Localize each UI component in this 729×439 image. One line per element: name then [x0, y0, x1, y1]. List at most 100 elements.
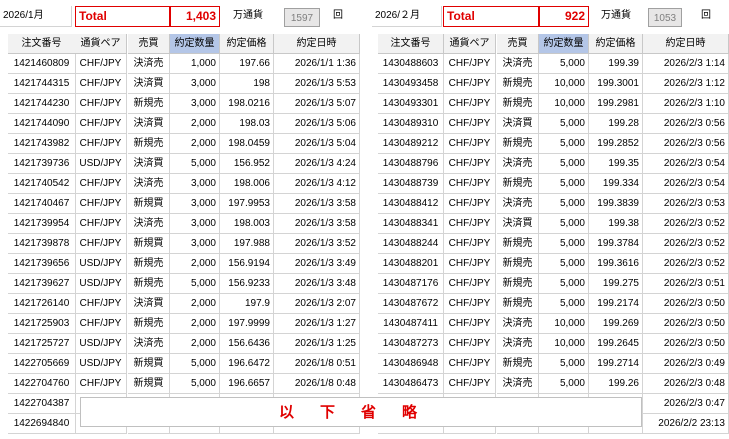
left-row-4-col-4[interactable]: 198.0459 — [220, 134, 274, 154]
right-row-14-col-5[interactable]: 2026/2/3 0:50 — [643, 334, 729, 354]
left-row-13-col-0[interactable]: 1421725903 — [8, 314, 76, 334]
right-row-0-col-4[interactable]: 199.39 — [589, 54, 643, 74]
left-row-1-col-1[interactable]: CHF/JPY — [75, 74, 127, 94]
left-row-5-col-3[interactable]: 5,000 — [170, 154, 220, 174]
right-row-8-col-3[interactable]: 5,000 — [539, 214, 589, 234]
left-row-3-col-3[interactable]: 2,000 — [170, 114, 220, 134]
left-row-18-col-0[interactable]: 1422694840 — [8, 414, 76, 434]
right-row-11-col-0[interactable]: 1430487176 — [378, 274, 444, 294]
left-row-12-col-2[interactable]: 決済買 — [128, 294, 170, 314]
right-row-11-col-1[interactable]: CHF/JPY — [444, 274, 496, 294]
left-row-11-col-1[interactable]: USD/JPY — [75, 274, 127, 294]
left-row-5-col-0[interactable]: 1421739736 — [8, 154, 76, 174]
right-row-1-col-5[interactable]: 2026/2/3 1:12 — [643, 74, 729, 94]
right-row-5-col-4[interactable]: 199.35 — [589, 154, 643, 174]
left-row-2-col-1[interactable]: CHF/JPY — [75, 94, 127, 114]
right-row-13-col-1[interactable]: CHF/JPY — [444, 314, 496, 334]
left-row-16-col-3[interactable]: 5,000 — [170, 374, 220, 394]
left-row-1-col-4[interactable]: 198 — [220, 74, 274, 94]
right-row-1-col-1[interactable]: CHF/JPY — [444, 74, 496, 94]
right-row-9-col-1[interactable]: CHF/JPY — [444, 234, 496, 254]
right-header-2[interactable]: 売買 — [497, 34, 539, 54]
right-row-16-col-3[interactable]: 5,000 — [539, 374, 589, 394]
right-row-6-col-1[interactable]: CHF/JPY — [444, 174, 496, 194]
right-row-10-col-3[interactable]: 5,000 — [539, 254, 589, 274]
left-row-0-col-1[interactable]: CHF/JPY — [75, 54, 127, 74]
left-row-3-col-0[interactable]: 1421744090 — [8, 114, 76, 134]
left-row-14-col-5[interactable]: 2026/1/3 1:25 — [274, 334, 360, 354]
left-row-13-col-1[interactable]: CHF/JPY — [75, 314, 127, 334]
left-row-0-col-4[interactable]: 197.66 — [220, 54, 274, 74]
right-row-1-col-2[interactable]: 新規売 — [497, 74, 539, 94]
left-row-2-col-4[interactable]: 198.0216 — [220, 94, 274, 114]
left-row-15-col-4[interactable]: 196.6472 — [220, 354, 274, 374]
left-row-6-col-1[interactable]: CHF/JPY — [75, 174, 127, 194]
right-row-16-col-4[interactable]: 199.26 — [589, 374, 643, 394]
left-row-6-col-4[interactable]: 198.006 — [220, 174, 274, 194]
left-header-1[interactable]: 通貨ペア — [75, 34, 127, 54]
right-row-5-col-0[interactable]: 1430488796 — [378, 154, 444, 174]
left-count-unit[interactable]: 回 — [326, 6, 350, 27]
left-row-9-col-1[interactable]: CHF/JPY — [75, 234, 127, 254]
right-row-4-col-4[interactable]: 199.2852 — [589, 134, 643, 154]
left-row-15-col-2[interactable]: 新規買 — [128, 354, 170, 374]
left-row-15-col-5[interactable]: 2026/1/8 0:51 — [274, 354, 360, 374]
right-row-12-col-3[interactable]: 5,000 — [539, 294, 589, 314]
left-row-0-col-2[interactable]: 決済売 — [128, 54, 170, 74]
left-row-7-col-0[interactable]: 1421740467 — [8, 194, 76, 214]
left-row-4-col-1[interactable]: CHF/JPY — [75, 134, 127, 154]
right-row-3-col-1[interactable]: CHF/JPY — [444, 114, 496, 134]
right-row-6-col-5[interactable]: 2026/2/3 0:54 — [643, 174, 729, 194]
left-row-8-col-4[interactable]: 198.003 — [220, 214, 274, 234]
left-row-16-col-5[interactable]: 2026/1/8 0:48 — [274, 374, 360, 394]
right-row-15-col-3[interactable]: 5,000 — [539, 354, 589, 374]
left-row-8-col-5[interactable]: 2026/1/3 3:58 — [274, 214, 360, 234]
left-row-2-col-0[interactable]: 1421744230 — [8, 94, 76, 114]
right-row-4-col-2[interactable]: 新規売 — [497, 134, 539, 154]
right-unit-label[interactable]: 万通貨 — [590, 6, 642, 27]
left-total-value[interactable]: 1,403 — [170, 6, 220, 27]
left-row-4-col-3[interactable]: 2,000 — [170, 134, 220, 154]
right-row-5-col-2[interactable]: 決済売 — [497, 154, 539, 174]
right-row-9-col-5[interactable]: 2026/2/3 0:52 — [643, 234, 729, 254]
right-row-6-col-0[interactable]: 1430488739 — [378, 174, 444, 194]
left-row-6-col-3[interactable]: 3,000 — [170, 174, 220, 194]
left-row-13-col-3[interactable]: 2,000 — [170, 314, 220, 334]
right-row-12-col-0[interactable]: 1430487672 — [378, 294, 444, 314]
right-row-10-col-1[interactable]: CHF/JPY — [444, 254, 496, 274]
left-row-7-col-3[interactable]: 3,000 — [170, 194, 220, 214]
right-row-0-col-1[interactable]: CHF/JPY — [444, 54, 496, 74]
right-row-2-col-5[interactable]: 2026/2/3 1:10 — [643, 94, 729, 114]
right-row-16-col-5[interactable]: 2026/2/3 0:48 — [643, 374, 729, 394]
left-row-12-col-3[interactable]: 2,000 — [170, 294, 220, 314]
left-unit-label[interactable]: 万通貨 — [222, 6, 274, 27]
left-row-7-col-2[interactable]: 新規買 — [128, 194, 170, 214]
left-row-9-col-2[interactable]: 新規買 — [128, 234, 170, 254]
left-row-5-col-5[interactable]: 2026/1/3 4:24 — [274, 154, 360, 174]
left-row-10-col-3[interactable]: 2,000 — [170, 254, 220, 274]
right-row-5-col-5[interactable]: 2026/2/3 0:54 — [643, 154, 729, 174]
right-row-13-col-4[interactable]: 199.269 — [589, 314, 643, 334]
left-row-4-col-0[interactable]: 1421743982 — [8, 134, 76, 154]
left-row-15-col-3[interactable]: 5,000 — [170, 354, 220, 374]
left-row-10-col-0[interactable]: 1421739656 — [8, 254, 76, 274]
right-row-1-col-0[interactable]: 1430493458 — [378, 74, 444, 94]
left-count-value[interactable]: 1597 — [284, 8, 320, 27]
right-row-15-col-0[interactable]: 1430486948 — [378, 354, 444, 374]
left-row-1-col-3[interactable]: 3,000 — [170, 74, 220, 94]
right-row-4-col-0[interactable]: 1430489212 — [378, 134, 444, 154]
left-row-17-col-0[interactable]: 1422704387 — [8, 394, 76, 414]
left-row-7-col-1[interactable]: CHF/JPY — [75, 194, 127, 214]
left-row-12-col-1[interactable]: CHF/JPY — [75, 294, 127, 314]
left-row-9-col-3[interactable]: 3,000 — [170, 234, 220, 254]
right-row-0-col-3[interactable]: 5,000 — [539, 54, 589, 74]
left-row-12-col-5[interactable]: 2026/1/3 2:07 — [274, 294, 360, 314]
right-row-7-col-5[interactable]: 2026/2/3 0:53 — [643, 194, 729, 214]
left-row-14-col-1[interactable]: USD/JPY — [75, 334, 127, 354]
left-row-0-col-0[interactable]: 1421460809 — [8, 54, 76, 74]
right-header-0[interactable]: 注文番号 — [378, 34, 444, 54]
right-row-15-col-4[interactable]: 199.2714 — [589, 354, 643, 374]
left-row-5-col-2[interactable]: 決済買 — [128, 154, 170, 174]
right-row-13-col-0[interactable]: 1430487411 — [378, 314, 444, 334]
left-row-3-col-1[interactable]: CHF/JPY — [75, 114, 127, 134]
